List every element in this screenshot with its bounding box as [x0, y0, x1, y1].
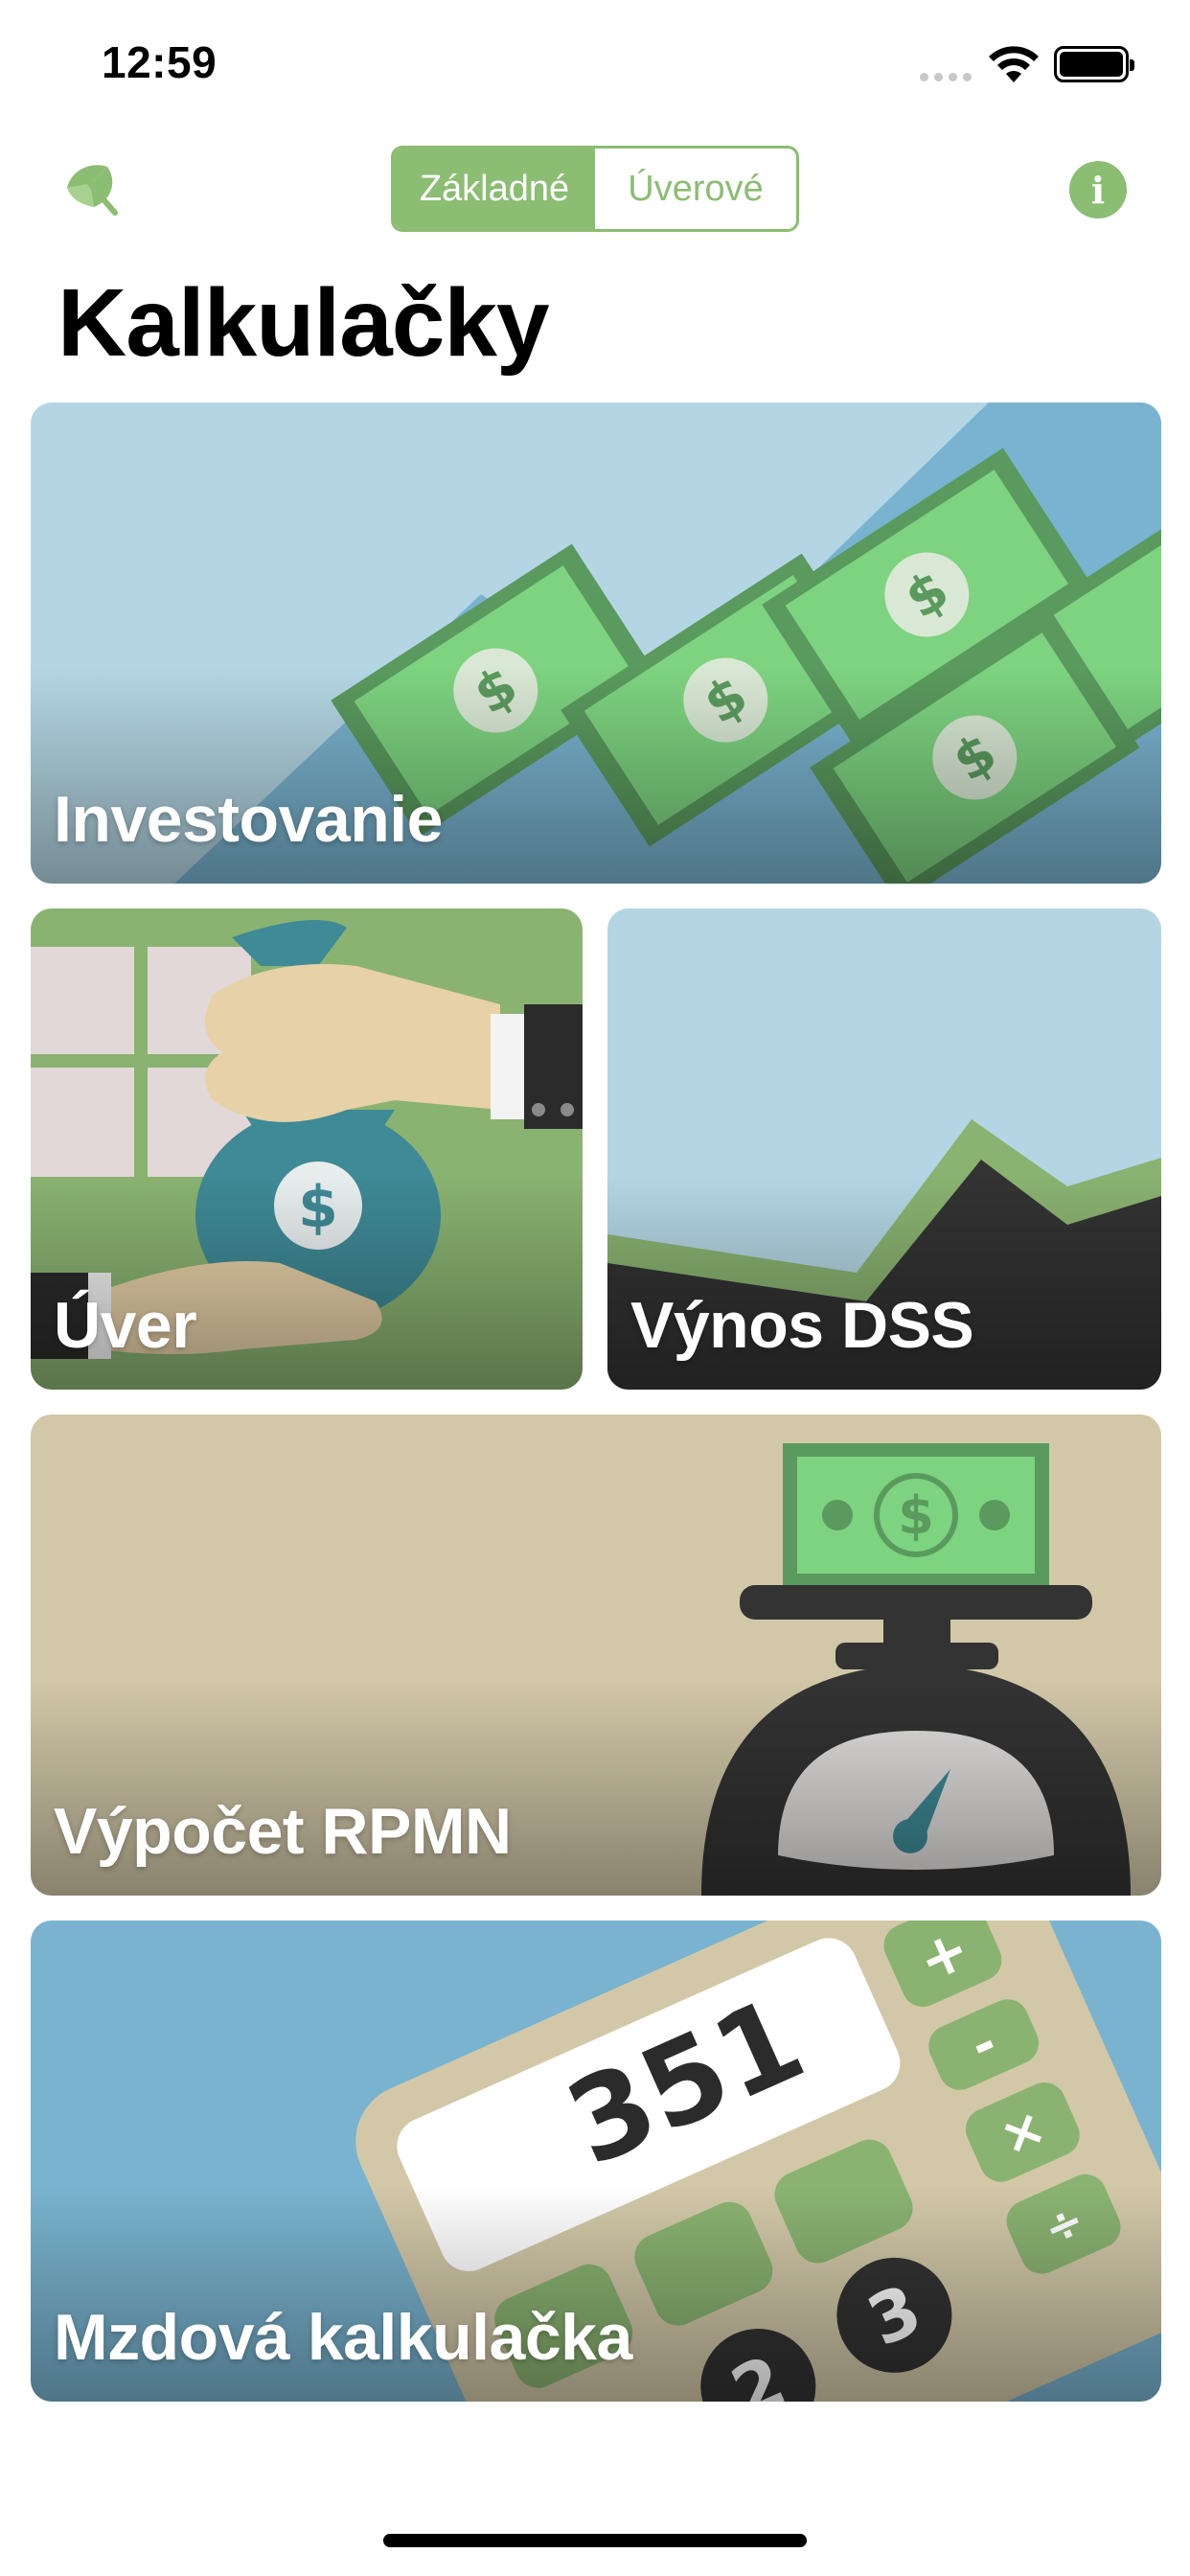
svg-text:$: $: [898, 1485, 934, 1546]
card-label: Mzdová kalkulačka: [54, 2301, 632, 2374]
card-vypocet-rpmn[interactable]: $ Výpočet RPMN: [31, 1414, 1161, 1896]
segment-zakladne[interactable]: Základné: [394, 149, 595, 229]
battery-icon: [1054, 46, 1134, 82]
card-uver[interactable]: $ Úver: [31, 908, 583, 1390]
wifi-icon: [989, 46, 1039, 82]
segment-uverove[interactable]: Úverové: [595, 149, 796, 229]
card-label: Výpočet RPMN: [54, 1795, 512, 1868]
info-icon[interactable]: i: [1069, 161, 1127, 218]
cellular-signal-icon: [920, 73, 972, 81]
home-indicator[interactable]: [383, 2534, 807, 2547]
calculator-category-segmented-control[interactable]: Základné Úverové: [391, 146, 799, 232]
card-vynos-dss[interactable]: Výnos DSS: [607, 908, 1161, 1390]
status-time: 12:59: [102, 37, 217, 87]
card-label: Výnos DSS: [630, 1289, 974, 1362]
umbrella-icon[interactable]: [61, 159, 123, 220]
card-investovanie[interactable]: $ $ $ $ Investovanie: [31, 402, 1161, 884]
status-bar: 12:59: [0, 0, 1190, 126]
card-label: Investovanie: [54, 783, 443, 856]
card-mzdova-kalkulacka[interactable]: 351 + - × ÷ 3 2 Mzdová kalkulačka: [31, 1920, 1161, 2402]
card-label: Úver: [54, 1289, 197, 1362]
page-title: Kalkulačky: [57, 269, 550, 377]
